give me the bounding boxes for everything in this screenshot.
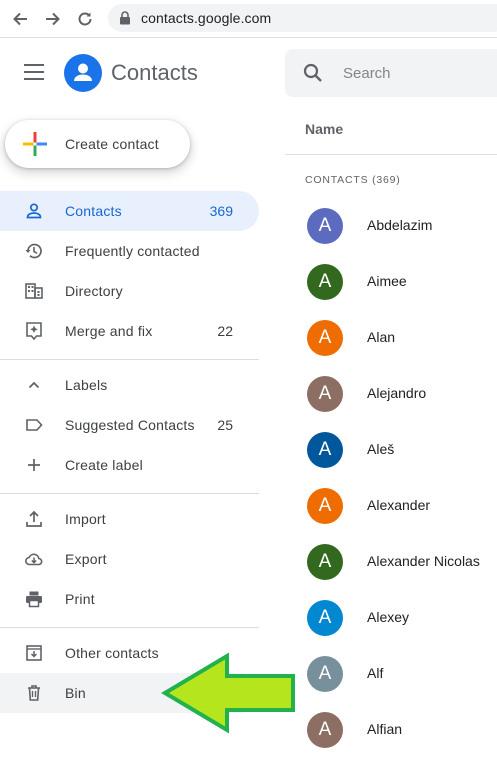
avatar: A bbox=[307, 320, 343, 356]
contact-name: Alan bbox=[367, 329, 396, 345]
avatar: A bbox=[307, 712, 343, 748]
sidebar-item-label: Export bbox=[65, 551, 107, 567]
sidebar-item-label: Create label bbox=[65, 457, 143, 473]
sidebar-item-export[interactable]: Export bbox=[0, 539, 259, 579]
app-title[interactable]: Contacts bbox=[111, 60, 198, 86]
label-icon bbox=[24, 415, 44, 435]
contact-name: Aleš bbox=[367, 441, 395, 457]
avatar: A bbox=[307, 656, 343, 692]
sidebar-item-label: Import bbox=[65, 511, 106, 527]
sidebar-divider bbox=[0, 359, 259, 360]
contact-row[interactable]: A Alexander Nicolas bbox=[285, 534, 497, 590]
cloud-download-icon bbox=[24, 549, 44, 569]
search-icon[interactable] bbox=[303, 63, 323, 88]
search-input[interactable] bbox=[343, 62, 497, 84]
name-column-header[interactable]: Name bbox=[305, 121, 343, 137]
trash-icon bbox=[24, 683, 44, 703]
sidebar-item-label: Labels bbox=[65, 377, 108, 393]
archive-download-icon bbox=[24, 643, 44, 663]
sidebar-item-contacts[interactable]: Contacts 369 bbox=[0, 191, 259, 231]
sidebar-item-labels[interactable]: Labels bbox=[0, 365, 259, 405]
address-bar[interactable]: contacts.google.com bbox=[108, 4, 497, 32]
sidebar-item-label: Merge and fix bbox=[65, 323, 153, 339]
sidebar-item-directory[interactable]: Directory bbox=[0, 271, 259, 311]
contact-row[interactable]: A Aleš bbox=[285, 422, 497, 478]
sidebar-divider bbox=[0, 493, 259, 494]
contact-name: Alfian bbox=[367, 721, 403, 737]
sidebar-item-merge-and-fix[interactable]: Merge and fix 22 bbox=[0, 311, 259, 351]
contact-row[interactable]: A Abdelazim bbox=[285, 198, 497, 254]
sidebar-item-label: Other contacts bbox=[65, 645, 159, 661]
contacts-logo-icon bbox=[64, 54, 102, 92]
lock-icon bbox=[119, 11, 131, 30]
back-arrow-icon[interactable] bbox=[9, 8, 31, 30]
sidebar-item-label: Contacts bbox=[65, 203, 122, 219]
sidebar-item-print[interactable]: Print bbox=[0, 579, 259, 619]
search-bar[interactable] bbox=[285, 49, 497, 97]
contact-name: Abdelazim bbox=[367, 217, 433, 233]
sidebar-item-frequently-contacted[interactable]: Frequently contacted bbox=[0, 231, 259, 271]
sidebar-item-count: 369 bbox=[209, 203, 233, 219]
sidebar-item-suggested-contacts[interactable]: Suggested Contacts 25 bbox=[0, 405, 259, 445]
avatar: A bbox=[307, 376, 343, 412]
printer-icon bbox=[24, 589, 44, 609]
url-text: contacts.google.com bbox=[141, 10, 272, 26]
browser-toolbar: contacts.google.com bbox=[0, 0, 497, 38]
chevron-up-icon bbox=[24, 375, 44, 395]
contact-name: Aimee bbox=[367, 273, 407, 289]
avatar: A bbox=[307, 432, 343, 468]
contacts-count-label: CONTACTS (369) bbox=[305, 174, 401, 186]
contact-row[interactable]: A Alan bbox=[285, 310, 497, 366]
sidebar-item-label: Suggested Contacts bbox=[65, 417, 195, 433]
avatar: A bbox=[307, 208, 343, 244]
history-icon bbox=[24, 241, 44, 261]
sidebar-item-label: Frequently contacted bbox=[65, 243, 200, 259]
contact-name: Alejandro bbox=[367, 385, 427, 401]
sidebar-item-count: 25 bbox=[217, 417, 233, 433]
contact-row[interactable]: A Aimee bbox=[285, 254, 497, 310]
merge-fix-icon bbox=[24, 321, 44, 341]
avatar: A bbox=[307, 544, 343, 580]
header-divider bbox=[285, 154, 497, 155]
contact-row[interactable]: A Alfian bbox=[285, 702, 497, 758]
sidebar-item-count: 22 bbox=[217, 323, 233, 339]
contact-name: Alexander Nicolas bbox=[367, 553, 480, 569]
contact-row[interactable]: A Alejandro bbox=[285, 366, 497, 422]
sidebar-item-label: Directory bbox=[65, 283, 123, 299]
forward-arrow-icon[interactable] bbox=[42, 8, 64, 30]
upload-icon bbox=[24, 509, 44, 529]
person-icon bbox=[24, 201, 44, 221]
contact-row[interactable]: A Alf bbox=[285, 646, 497, 702]
avatar: A bbox=[307, 264, 343, 300]
colorful-plus-icon bbox=[23, 132, 47, 156]
contact-name: Alf bbox=[367, 665, 384, 681]
contact-name: Alexey bbox=[367, 609, 410, 625]
sidebar-item-label: Bin bbox=[65, 685, 86, 701]
annotation-arrow-icon bbox=[160, 652, 300, 734]
contact-row[interactable]: A Alexander bbox=[285, 478, 497, 534]
contact-row[interactable]: A Alexey bbox=[285, 590, 497, 646]
building-icon bbox=[24, 281, 44, 301]
plus-icon bbox=[24, 455, 44, 475]
sidebar-item-create-label[interactable]: Create label bbox=[0, 445, 259, 485]
create-contact-button[interactable]: Create contact bbox=[5, 120, 190, 168]
create-contact-label: Create contact bbox=[65, 136, 159, 152]
main-menu-icon[interactable] bbox=[24, 64, 46, 82]
avatar: A bbox=[307, 600, 343, 636]
reload-icon[interactable] bbox=[74, 8, 96, 30]
sidebar-item-import[interactable]: Import bbox=[0, 499, 259, 539]
avatar: A bbox=[307, 488, 343, 524]
sidebar-item-label: Print bbox=[65, 591, 95, 607]
sidebar-divider bbox=[0, 627, 259, 628]
contact-name: Alexander bbox=[367, 497, 431, 513]
